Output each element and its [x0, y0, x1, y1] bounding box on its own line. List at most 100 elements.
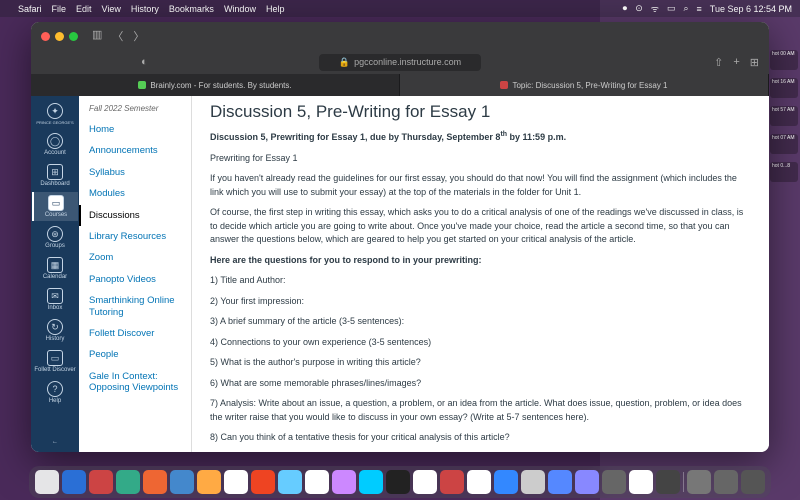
dock-app-20[interactable] [575, 470, 599, 494]
screenshot-thumb[interactable]: hot 07 AM [770, 134, 798, 154]
tab-bar: Brainly.com - For students. By students.… [31, 74, 769, 96]
dock-app-3[interactable] [116, 470, 140, 494]
safari-window: ▥ 〈 〉 ◐ 🔒 pgcconline.instructure.com ⇧ +… [31, 22, 769, 452]
page-title: Discussion 5, Pre-Writing for Essay 1 [210, 102, 751, 122]
menu-help[interactable]: Help [266, 4, 285, 14]
coursenav-people[interactable]: People [89, 344, 181, 365]
dock-app-0[interactable] [35, 470, 59, 494]
dock-app-17[interactable] [494, 470, 518, 494]
nav-groups[interactable]: ⊛Groups [32, 223, 78, 252]
tab-brainly[interactable]: Brainly.com - For students. By students. [31, 74, 400, 96]
dock-app-13[interactable] [386, 470, 410, 494]
coursenav-gale[interactable]: Gale In Context: Opposing Viewpoints [89, 366, 181, 399]
lock-icon: 🔒 [339, 57, 350, 68]
nav-brand[interactable]: ✦PRINCE GEORGE'S [32, 100, 78, 128]
collapse-icon: ← [52, 439, 58, 445]
address-bar[interactable]: 🔒 pgcconline.instructure.com [319, 54, 481, 71]
dock-app-16[interactable] [467, 470, 491, 494]
search-icon[interactable]: ⌕ [683, 3, 688, 14]
rec-icon[interactable]: ⏺ [623, 3, 628, 14]
nav-account[interactable]: ◯Account [32, 130, 78, 159]
screenshot-thumb[interactable]: hot 16 AM [770, 78, 798, 98]
new-tab-icon[interactable]: + [733, 56, 739, 69]
calendar-icon: ▦ [47, 257, 63, 273]
nav-calendar[interactable]: ▦Calendar [32, 254, 78, 283]
dock-app-25[interactable] [714, 470, 738, 494]
help-icon: ? [47, 381, 63, 397]
wifi-icon[interactable]: ᯤ [651, 2, 659, 15]
question-6: 6) What are some memorable phrases/lines… [210, 377, 751, 391]
dock-app-23[interactable] [656, 470, 680, 494]
coursenav-zoom[interactable]: Zoom [89, 247, 181, 268]
control-icon[interactable]: ⊙ [635, 3, 643, 14]
dock-app-22[interactable] [629, 470, 653, 494]
dock-app-14[interactable] [413, 470, 437, 494]
dock-app-7[interactable] [224, 470, 248, 494]
menu-window[interactable]: Window [224, 4, 256, 14]
dock-app-1[interactable] [62, 470, 86, 494]
coursenav-smarthinking[interactable]: Smarthinking Online Tutoring [89, 290, 181, 323]
screenshot-thumb[interactable]: hot 0...8 [770, 162, 798, 182]
maximize-button[interactable] [69, 32, 78, 41]
dock-app-18[interactable] [521, 470, 545, 494]
dock-app-10[interactable] [305, 470, 329, 494]
page-content: ✦PRINCE GEORGE'S ◯Account ⊞Dashboard ▭Co… [31, 96, 769, 452]
account-icon: ◯ [47, 133, 63, 149]
screenshot-thumb[interactable]: hot 00 AM [770, 50, 798, 70]
nav-history[interactable]: ↻History [32, 316, 78, 345]
dock-app-12[interactable] [359, 470, 383, 494]
coursenav-modules[interactable]: Modules [89, 183, 181, 204]
macos-dock [29, 466, 771, 498]
nav-help[interactable]: ?Help [32, 378, 78, 407]
tab-canvas[interactable]: Topic: Discussion 5, Pre-Writing for Ess… [400, 74, 769, 96]
dock-app-24[interactable] [687, 470, 711, 494]
nav-dashboard[interactable]: ⊞Dashboard [32, 161, 78, 190]
follett-icon: ▭ [47, 350, 63, 366]
menu-bookmarks[interactable]: Bookmarks [169, 4, 214, 14]
tabs-icon[interactable]: ⊞ [750, 56, 759, 69]
coursenav-announcements[interactable]: Announcements [89, 140, 181, 161]
back-button[interactable]: 〈 [112, 28, 123, 44]
screenshot-thumb[interactable]: hot 57 AM [770, 106, 798, 126]
battery-icon[interactable]: ▭ [667, 3, 676, 14]
sidebar-toggle-icon[interactable]: ▥ [92, 28, 102, 44]
desktop-thumbnails: hot 00 AM hot 16 AM hot 57 AM hot 07 AM … [770, 50, 798, 182]
coursenav-syllabus[interactable]: Syllabus [89, 162, 181, 183]
control-center-icon[interactable]: ≡ [697, 4, 702, 14]
coursenav-home[interactable]: Home [89, 119, 181, 140]
close-button[interactable] [41, 32, 50, 41]
clock[interactable]: Tue Sep 6 12:54 PM [710, 4, 792, 14]
minimize-button[interactable] [55, 32, 64, 41]
menu-view[interactable]: View [102, 4, 121, 14]
groups-icon: ⊛ [47, 226, 63, 242]
dock-app-26[interactable] [741, 470, 765, 494]
share-icon[interactable]: ⇧ [714, 56, 723, 69]
forward-button[interactable]: 〉 [133, 28, 144, 44]
nav-inbox[interactable]: ✉Inbox [32, 285, 78, 314]
nav-courses[interactable]: ▭Courses [32, 192, 78, 221]
shield-icon[interactable]: ◐ [141, 56, 148, 68]
dock-app-2[interactable] [89, 470, 113, 494]
dock-app-8[interactable] [251, 470, 275, 494]
dock-app-6[interactable] [197, 470, 221, 494]
question-4: 4) Connections to your own experience (3… [210, 336, 751, 350]
questions-prompt: Here are the questions for you to respon… [210, 254, 751, 268]
nav-follett[interactable]: ▭Follett Discover [32, 347, 78, 376]
dock-app-15[interactable] [440, 470, 464, 494]
menu-file[interactable]: File [52, 4, 67, 14]
menubar-right: ⏺ ⊙ ᯤ ▭ ⌕ ≡ Tue Sep 6 12:54 PM [623, 2, 792, 15]
coursenav-follett[interactable]: Follett Discover [89, 323, 181, 344]
dock-app-4[interactable] [143, 470, 167, 494]
dock-app-5[interactable] [170, 470, 194, 494]
menu-history[interactable]: History [131, 4, 159, 14]
coursenav-discussions[interactable]: Discussions [79, 205, 181, 226]
dock-app-9[interactable] [278, 470, 302, 494]
menu-edit[interactable]: Edit [76, 4, 92, 14]
nav-collapse[interactable]: ← [32, 436, 78, 448]
dock-app-11[interactable] [332, 470, 356, 494]
coursenav-library[interactable]: Library Resources [89, 226, 181, 247]
coursenav-panopto[interactable]: Panopto Videos [89, 269, 181, 290]
dock-app-19[interactable] [548, 470, 572, 494]
dock-app-21[interactable] [602, 470, 626, 494]
app-name[interactable]: Safari [18, 4, 42, 14]
